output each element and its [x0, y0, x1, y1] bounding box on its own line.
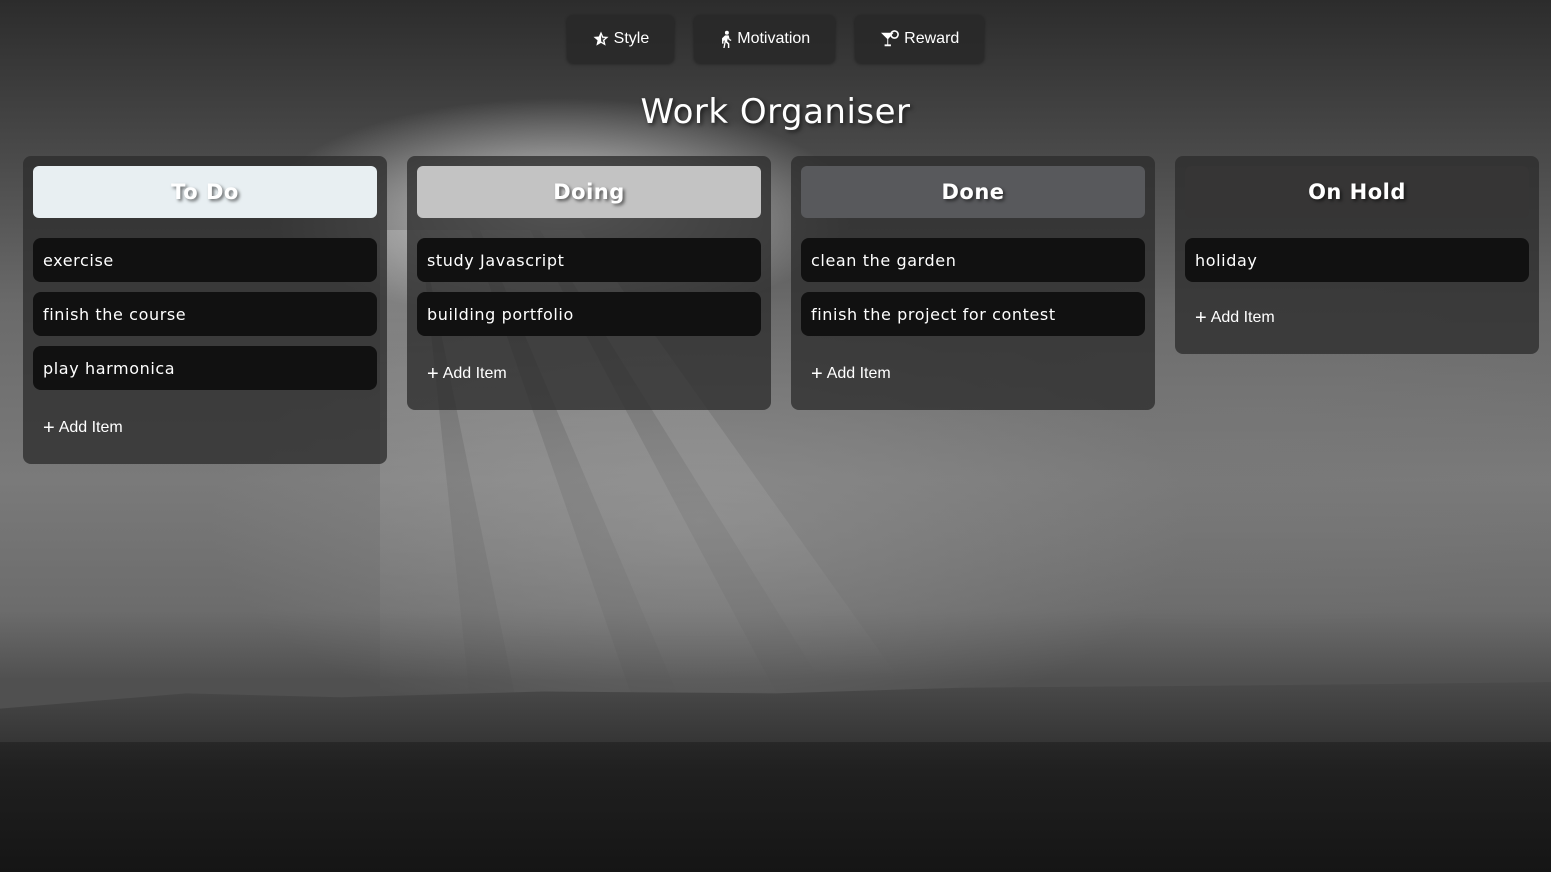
list-item[interactable]: study Javascript [417, 238, 761, 282]
list-item[interactable]: clean the garden [801, 238, 1145, 282]
kanban-board: To Do exercise finish the course play ha… [23, 156, 1539, 464]
plus-icon: + [427, 363, 439, 385]
add-item-button[interactable]: + Add Item [1185, 294, 1529, 342]
reward-button[interactable]: Reward [855, 15, 985, 63]
list-item[interactable]: finish the project for contest [801, 292, 1145, 336]
cocktail-icon [880, 30, 900, 48]
add-item-button[interactable]: + Add Item [33, 404, 377, 452]
column-doing: Doing study Javascript building portfoli… [407, 156, 771, 410]
column-on-hold: On Hold holiday + Add Item [1175, 156, 1539, 354]
add-item-button[interactable]: + Add Item [417, 350, 761, 398]
item-list: holiday [1185, 238, 1529, 282]
add-item-label: Add Item [442, 365, 507, 382]
column-to-do: To Do exercise finish the course play ha… [23, 156, 387, 464]
column-header: On Hold [1185, 166, 1529, 218]
item-list: exercise finish the course play harmonic… [33, 238, 377, 390]
list-item[interactable]: building portfolio [417, 292, 761, 336]
add-item-label: Add Item [826, 365, 891, 382]
plus-icon: + [43, 417, 55, 439]
motivation-button-label: Motivation [737, 30, 811, 47]
column-header: Done [801, 166, 1145, 218]
plus-icon: + [811, 363, 823, 385]
page-title: Work Organiser [640, 92, 911, 132]
add-item-button[interactable]: + Add Item [801, 350, 1145, 398]
style-button-label: Style [613, 30, 650, 47]
star-icon [592, 30, 610, 48]
foreground-decoration [0, 742, 1551, 872]
add-item-label: Add Item [1210, 309, 1275, 326]
plus-icon: + [1195, 307, 1207, 329]
list-item[interactable]: exercise [33, 238, 377, 282]
running-person-icon [719, 30, 733, 48]
list-item[interactable]: play harmonica [33, 346, 377, 390]
list-item[interactable]: holiday [1185, 238, 1529, 282]
column-header: Doing [417, 166, 761, 218]
top-nav: Style Motivation Reward [0, 15, 1551, 63]
column-done: Done clean the garden finish the project… [791, 156, 1155, 410]
style-button[interactable]: Style [566, 15, 675, 63]
list-item[interactable]: finish the course [33, 292, 377, 336]
item-list: clean the garden finish the project for … [801, 238, 1145, 336]
column-header: To Do [33, 166, 377, 218]
item-list: study Javascript building portfolio [417, 238, 761, 336]
motivation-button[interactable]: Motivation [694, 15, 836, 63]
add-item-label: Add Item [58, 419, 123, 436]
reward-button-label: Reward [904, 30, 960, 47]
